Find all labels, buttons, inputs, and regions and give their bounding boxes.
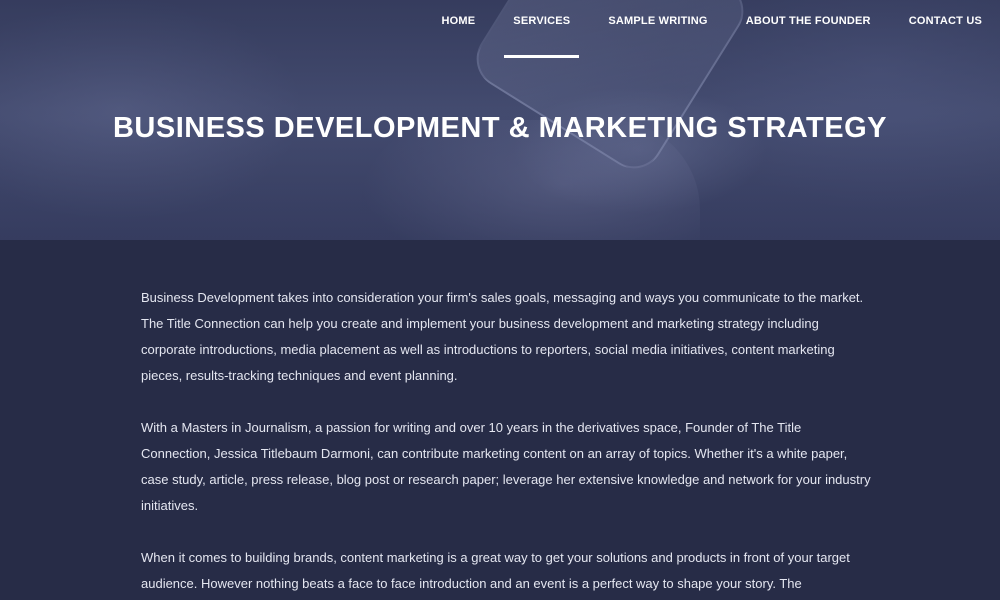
nav-contact-us[interactable]: CONTACT US [890,0,1000,58]
nav-sample-writing[interactable]: SAMPLE WRITING [589,0,726,58]
content-paragraph: Business Development takes into consider… [141,290,864,383]
content-paragraph: With a Masters in Journalism, a passion … [141,420,871,513]
main-nav: HOME SERVICES SAMPLE WRITING ABOUT THE F… [422,0,1000,58]
page-title: BUSINESS DEVELOPMENT & MARKETING STRATEG… [112,112,888,144]
nav-about-the-founder[interactable]: ABOUT THE FOUNDER [727,0,890,58]
content-paragraph: When it comes to building brands, conten… [141,550,850,591]
page: HOME SERVICES SAMPLE WRITING ABOUT THE F… [0,0,1000,600]
nav-services[interactable]: SERVICES [494,0,589,58]
nav-home[interactable]: HOME [422,0,494,58]
hero-banner: HOME SERVICES SAMPLE WRITING ABOUT THE F… [0,0,1000,240]
main-content: Business Development takes into consider… [141,285,871,600]
